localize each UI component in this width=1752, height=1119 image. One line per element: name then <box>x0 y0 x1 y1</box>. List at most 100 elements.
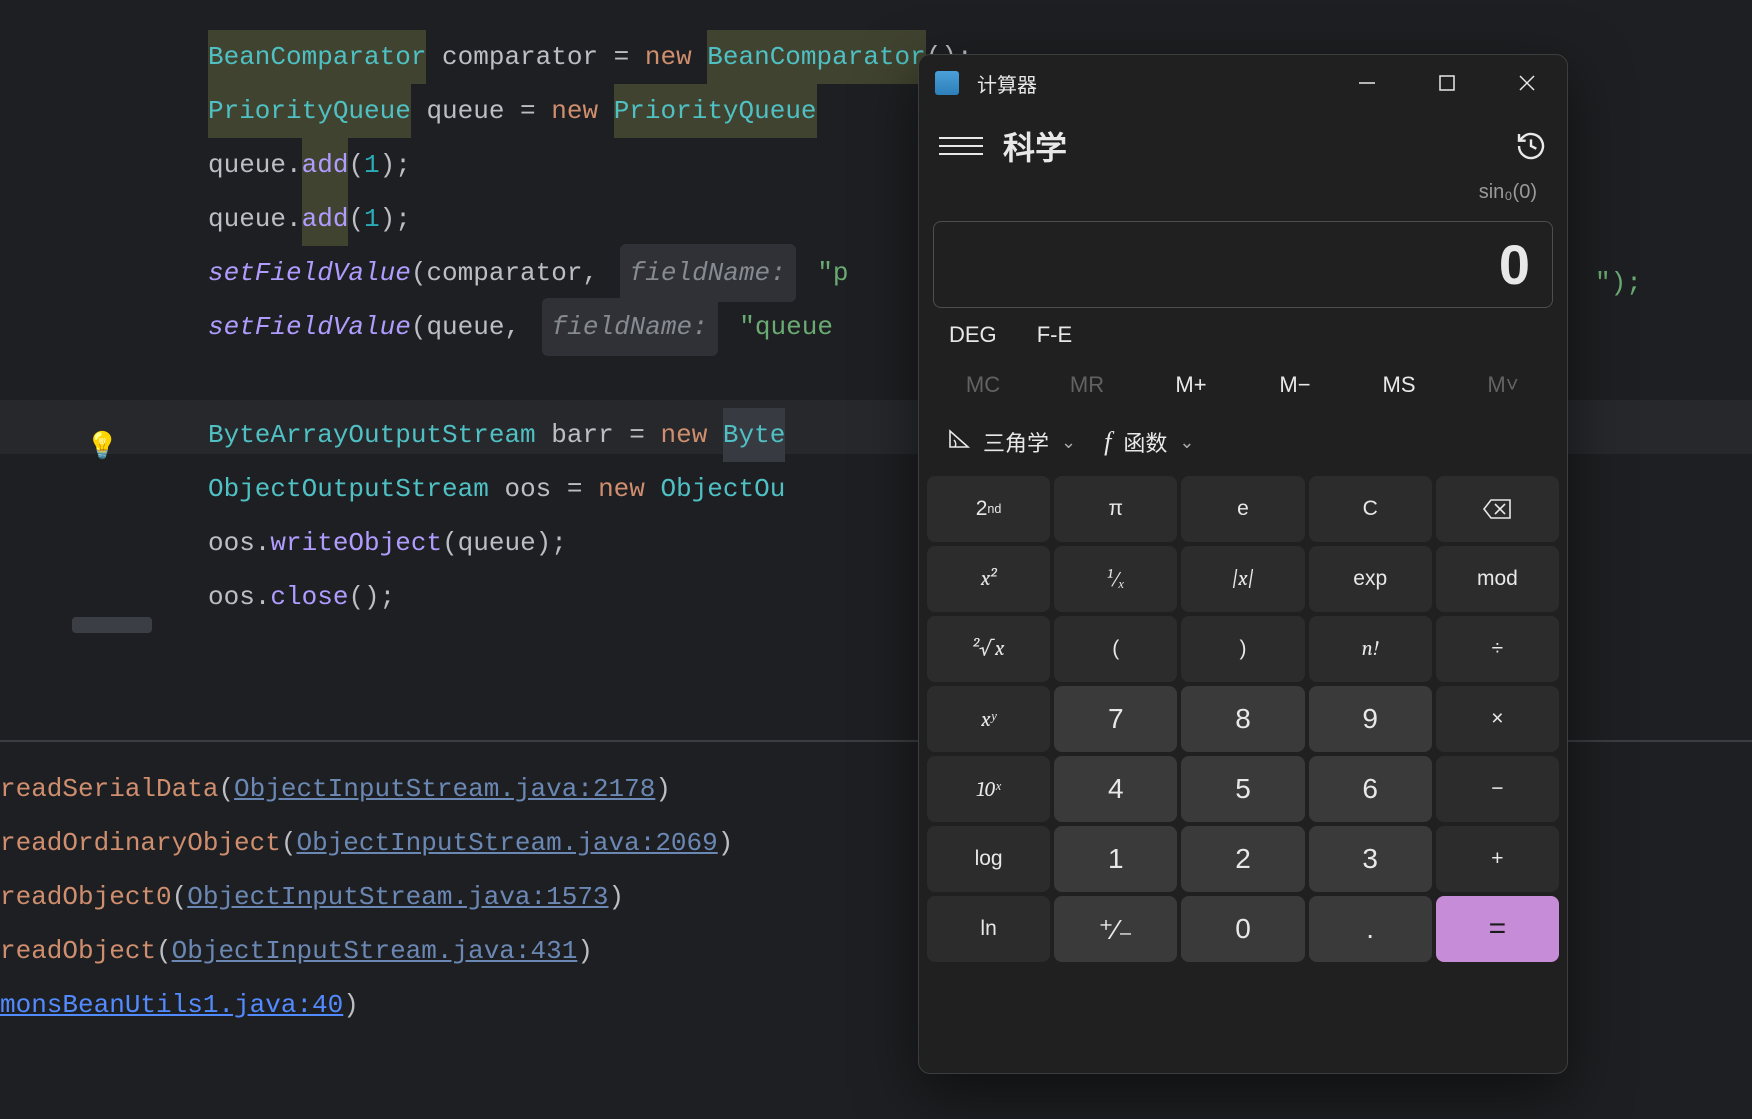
key-([interactable]: ( <box>1054 616 1177 682</box>
key-5[interactable]: 5 <box>1181 756 1304 822</box>
code-token: 1 <box>364 192 380 246</box>
history-icon[interactable] <box>1515 130 1547 162</box>
memory-button[interactable]: M+ <box>1139 364 1243 406</box>
code-token: ObjectOutputStream <box>208 462 489 516</box>
key-4[interactable]: 4 <box>1054 756 1177 822</box>
key-10ˣ[interactable]: 10ˣ <box>927 756 1050 822</box>
code-token: PriorityQueue <box>208 84 411 138</box>
code-token: close <box>270 570 348 624</box>
code-fragment-trailing: "); <box>1595 268 1642 298</box>
app-icon <box>935 71 959 95</box>
titlebar[interactable]: 计算器 <box>919 55 1567 111</box>
code-token: oos. <box>208 516 270 570</box>
key-exp[interactable]: exp <box>1309 546 1432 612</box>
key-÷[interactable]: ÷ <box>1436 616 1559 682</box>
key-+[interactable]: + <box>1436 826 1559 892</box>
close-button[interactable] <box>1487 55 1567 111</box>
key-)[interactable]: ) <box>1181 616 1304 682</box>
code-token: oos. <box>208 570 270 624</box>
horizontal-scrollbar-thumb[interactable] <box>72 617 152 633</box>
code-token: (queue); <box>442 516 567 570</box>
angle-icon <box>947 428 971 456</box>
key-1[interactable]: 1 <box>1054 826 1177 892</box>
memory-button: MR <box>1035 364 1139 406</box>
calculator-window: 计算器 科学 sin₀(0) 0 DEGF-E MCMRM+M−MSM˅ 三角学… <box>918 54 1568 1074</box>
code-token: ); <box>380 192 411 246</box>
mode-label[interactable]: 科学 <box>1003 123 1515 169</box>
key-2[interactable]: 2 <box>1181 826 1304 892</box>
calc-option-f-e[interactable]: F-E <box>1037 322 1072 348</box>
function-dropdown-label: 函数 <box>1123 426 1167 458</box>
key-²√x[interactable]: ²√x <box>927 616 1050 682</box>
key-7[interactable]: 7 <box>1054 686 1177 752</box>
mode-row: 科学 <box>919 111 1567 181</box>
code-token: (); <box>348 570 395 624</box>
code-token: barr = <box>536 408 661 462</box>
code-token: ByteArrayOutputStream <box>208 408 536 462</box>
key-C[interactable]: C <box>1309 476 1432 542</box>
memory-button[interactable]: MS <box>1347 364 1451 406</box>
key-¹⁄ₓ[interactable]: ¹⁄ₓ <box>1054 546 1177 612</box>
title-text: 计算器 <box>977 69 1327 98</box>
code-token: add <box>302 138 349 192</box>
key-×[interactable]: × <box>1436 686 1559 752</box>
key-⌫[interactable] <box>1436 476 1559 542</box>
trace-link[interactable]: ObjectInputStream.java:431 <box>172 936 578 966</box>
key-log[interactable]: log <box>927 826 1050 892</box>
trace-link[interactable]: ObjectInputStream.java:2178 <box>234 774 655 804</box>
key-mod[interactable]: mod <box>1436 546 1559 612</box>
result-display[interactable]: 0 <box>933 221 1553 308</box>
code-token: 1 <box>364 138 380 192</box>
memory-button: MC <box>931 364 1035 406</box>
memory-button: M˅ <box>1451 364 1555 406</box>
trig-dropdown-label: 三角学 <box>983 426 1049 458</box>
key-3[interactable]: 3 <box>1309 826 1432 892</box>
trace-link[interactable]: ObjectInputStream.java:1573 <box>187 882 608 912</box>
code-token: ( <box>348 192 364 246</box>
minimize-button[interactable] <box>1327 55 1407 111</box>
key-x²[interactable]: x² <box>927 546 1050 612</box>
trace-link[interactable]: ObjectInputStream.java:2069 <box>296 828 717 858</box>
key-6[interactable]: 6 <box>1309 756 1432 822</box>
key-π[interactable]: π <box>1054 476 1177 542</box>
key-9[interactable]: 9 <box>1309 686 1432 752</box>
trace-method: readOrdinaryObject <box>0 828 281 858</box>
trig-dropdown[interactable]: 三角学 ⌄ <box>947 426 1076 458</box>
lightbulb-icon[interactable]: 💡 <box>86 420 118 474</box>
code-token: setFieldValue <box>208 246 411 300</box>
code-token: BeanComparator <box>707 30 925 84</box>
code-token: queue. <box>208 192 302 246</box>
key-⁺⁄₋[interactable]: ⁺⁄₋ <box>1054 896 1177 962</box>
code-token: "queue <box>724 300 833 354</box>
key-|x|[interactable]: |x| <box>1181 546 1304 612</box>
key-n![interactable]: n! <box>1309 616 1432 682</box>
keypad: 2ndπeCx²¹⁄ₓ|x|expmod ²√x()n!÷ xʸ789× 10ˣ456… <box>919 472 1567 1073</box>
calc-option-deg[interactable]: DEG <box>949 322 997 348</box>
maximize-button[interactable] <box>1407 55 1487 111</box>
memory-button[interactable]: M− <box>1243 364 1347 406</box>
key-2nd[interactable]: 2nd <box>927 476 1050 542</box>
hamburger-menu-icon[interactable] <box>939 124 983 168</box>
code-token: queue = <box>411 84 551 138</box>
code-token: PriorityQueue <box>614 84 817 138</box>
key-xʸ[interactable]: xʸ <box>927 686 1050 752</box>
key-e[interactable]: e <box>1181 476 1304 542</box>
trace-link[interactable]: monsBeanUtils1.java:40 <box>0 990 343 1020</box>
code-token: ( <box>348 138 364 192</box>
key-−[interactable]: − <box>1436 756 1559 822</box>
trace-method: readObject0 <box>0 882 172 912</box>
key-8[interactable]: 8 <box>1181 686 1304 752</box>
key-=[interactable]: = <box>1436 896 1559 962</box>
code-token: fieldName: <box>542 298 718 356</box>
key-0[interactable]: 0 <box>1181 896 1304 962</box>
code-token: writeObject <box>270 516 442 570</box>
function-icon: f <box>1104 427 1111 457</box>
code-token: new <box>645 30 707 84</box>
function-dropdown[interactable]: f 函数 ⌄ <box>1104 426 1194 458</box>
code-token: setFieldValue <box>208 300 411 354</box>
key-.[interactable]: . <box>1309 896 1432 962</box>
code-token: (queue, <box>411 300 536 354</box>
code-token: new <box>660 408 722 462</box>
chevron-down-icon: ⌄ <box>1179 432 1194 453</box>
key-ln[interactable]: ln <box>927 896 1050 962</box>
